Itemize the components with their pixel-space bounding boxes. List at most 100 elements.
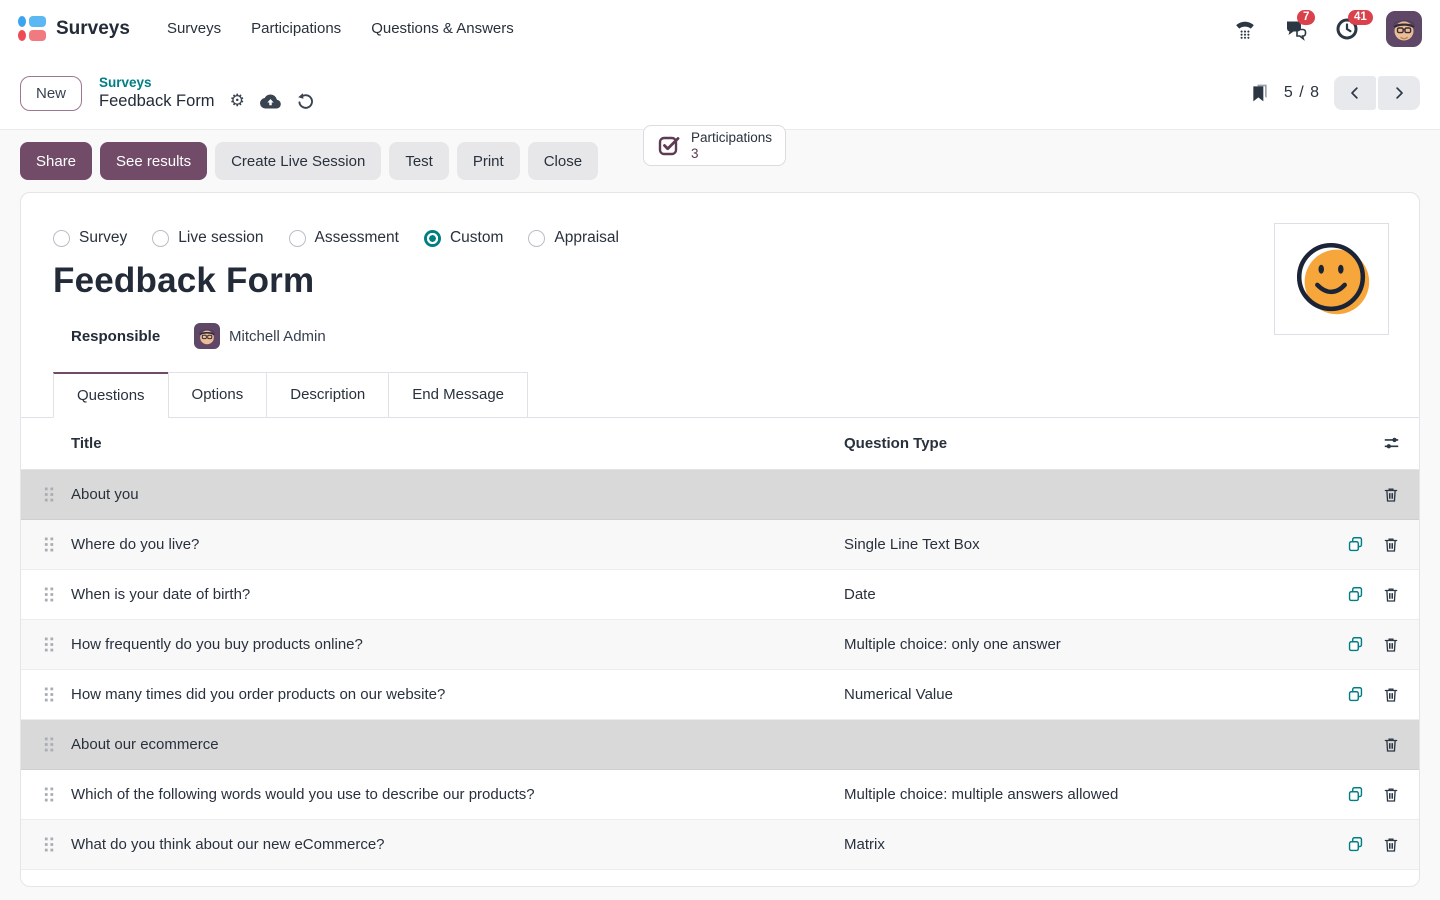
row-question-type: Multiple choice: multiple answers allowe… xyxy=(844,786,1341,803)
survey-image[interactable] xyxy=(1274,223,1389,335)
test-button[interactable]: Test xyxy=(389,142,449,180)
question-row[interactable]: How frequently do you buy products onlin… xyxy=(21,620,1419,670)
row-title: When is your date of birth? xyxy=(71,586,844,603)
topbar-menus: SurveysParticipationsQuestions & Answers xyxy=(154,12,527,45)
tab-questions[interactable]: Questions xyxy=(53,372,169,418)
participations-stat-button[interactable]: Participations 3 xyxy=(643,125,786,166)
drag-handle-icon[interactable] xyxy=(43,585,57,605)
tab-end-message[interactable]: End Message xyxy=(388,372,528,418)
topbar-menu-questions-answers[interactable]: Questions & Answers xyxy=(358,12,527,45)
row-question-type: Multiple choice: only one answer xyxy=(844,636,1341,653)
row-title: What do you think about our new eCommerc… xyxy=(71,836,844,853)
breadcrumb-parent-link[interactable]: Surveys xyxy=(99,75,315,90)
drag-handle-icon[interactable] xyxy=(43,635,57,655)
duplicate-question-button[interactable] xyxy=(1341,781,1369,809)
duplicate-question-button[interactable] xyxy=(1341,631,1369,659)
survey-type-radio-group: Survey Live session Assessment Custom Apprai… xyxy=(21,193,1419,247)
smiley-face-icon xyxy=(1285,234,1379,324)
activities-clock-icon[interactable]: 41 xyxy=(1335,17,1359,41)
table-body: About you Where do you live?Single Line T… xyxy=(21,470,1419,870)
responsible-field: Responsible Mitchell Admin xyxy=(21,301,1419,349)
radio-label: Assessment xyxy=(315,229,399,247)
see-results-button[interactable]: See results xyxy=(100,142,207,180)
column-question-type[interactable]: Question Type xyxy=(844,435,1341,452)
duplicate-question-button[interactable] xyxy=(1341,531,1369,559)
pager-next-button[interactable] xyxy=(1378,76,1420,110)
top-navbar: Surveys SurveysParticipationsQuestions &… xyxy=(0,0,1440,57)
delete-row-button[interactable] xyxy=(1377,581,1405,609)
radio-option-live-session[interactable]: Live session xyxy=(152,229,263,247)
section-row[interactable]: About you xyxy=(21,470,1419,520)
bookmark-icon[interactable] xyxy=(1250,82,1270,104)
row-question-type: Matrix xyxy=(844,836,1341,853)
topbar-menu-participations[interactable]: Participations xyxy=(238,12,354,45)
pager: 5 / 8 xyxy=(1250,76,1420,110)
drag-handle-icon[interactable] xyxy=(43,485,57,505)
user-avatar[interactable] xyxy=(1386,11,1422,47)
question-row[interactable]: Which of the following words would you u… xyxy=(21,770,1419,820)
share-button[interactable]: Share xyxy=(20,142,92,180)
app-name[interactable]: Surveys xyxy=(56,18,130,40)
delete-row-button[interactable] xyxy=(1377,731,1405,759)
breadcrumb: Surveys Feedback Form ⚙ xyxy=(99,75,315,112)
create-live-session-button[interactable]: Create Live Session xyxy=(215,142,381,180)
responsible-name[interactable]: Mitchell Admin xyxy=(229,328,326,345)
delete-row-button[interactable] xyxy=(1377,781,1405,809)
delete-row-button[interactable] xyxy=(1377,631,1405,659)
optional-columns-icon[interactable] xyxy=(1377,430,1405,458)
delete-row-button[interactable] xyxy=(1377,531,1405,559)
responsible-avatar[interactable] xyxy=(194,323,220,349)
radio-label: Custom xyxy=(450,229,503,247)
control-panel: New Surveys Feedback Form ⚙ xyxy=(0,57,1440,130)
drag-handle-icon[interactable] xyxy=(43,535,57,555)
radio-option-assessment[interactable]: Assessment xyxy=(289,229,399,247)
radio-circle-icon[interactable] xyxy=(424,230,441,247)
survey-form-card: Survey Live session Assessment Custom Apprai… xyxy=(20,192,1420,887)
row-question-type: Numerical Value xyxy=(844,686,1341,703)
undo-icon[interactable] xyxy=(296,92,315,111)
row-title: About our ecommerce xyxy=(71,736,844,753)
radio-circle-icon[interactable] xyxy=(53,230,70,247)
duplicate-question-button[interactable] xyxy=(1341,831,1369,859)
breadcrumb-current: Feedback Form xyxy=(99,92,215,111)
voip-phone-icon[interactable] xyxy=(1233,17,1257,41)
tab-options[interactable]: Options xyxy=(168,372,268,418)
drag-handle-icon[interactable] xyxy=(43,735,57,755)
survey-title[interactable]: Feedback Form xyxy=(21,247,1419,301)
questions-table: Title Question Type About you Where do yo… xyxy=(21,418,1419,870)
print-button[interactable]: Print xyxy=(457,142,520,180)
delete-row-button[interactable] xyxy=(1377,481,1405,509)
cloud-upload-icon[interactable] xyxy=(260,91,281,112)
column-title[interactable]: Title xyxy=(71,435,844,452)
radio-option-custom[interactable]: Custom xyxy=(424,229,503,247)
drag-handle-icon[interactable] xyxy=(43,785,57,805)
drag-handle-icon[interactable] xyxy=(43,685,57,705)
radio-label: Appraisal xyxy=(554,229,619,247)
radio-circle-icon[interactable] xyxy=(528,230,545,247)
topbar-menu-surveys[interactable]: Surveys xyxy=(154,12,234,45)
delete-row-button[interactable] xyxy=(1377,831,1405,859)
row-title: How frequently do you buy products onlin… xyxy=(71,636,844,653)
delete-row-button[interactable] xyxy=(1377,681,1405,709)
radio-option-survey[interactable]: Survey xyxy=(53,229,127,247)
section-row[interactable]: About our ecommerce xyxy=(21,720,1419,770)
radio-circle-icon[interactable] xyxy=(289,230,306,247)
question-row[interactable]: How many times did you order products on… xyxy=(21,670,1419,720)
question-row[interactable]: When is your date of birth?Date xyxy=(21,570,1419,620)
settings-gear-icon[interactable]: ⚙ xyxy=(230,93,245,110)
new-button[interactable]: New xyxy=(20,76,82,111)
row-title: About you xyxy=(71,486,844,503)
messages-icon[interactable]: 7 xyxy=(1284,17,1308,41)
duplicate-question-button[interactable] xyxy=(1341,581,1369,609)
radio-circle-icon[interactable] xyxy=(152,230,169,247)
pager-previous-button[interactable] xyxy=(1334,76,1376,110)
duplicate-question-button[interactable] xyxy=(1341,681,1369,709)
question-row[interactable]: Where do you live?Single Line Text Box xyxy=(21,520,1419,570)
tab-description[interactable]: Description xyxy=(266,372,389,418)
question-row[interactable]: What do you think about our new eCommerc… xyxy=(21,820,1419,870)
close-button[interactable]: Close xyxy=(528,142,598,180)
row-title: Which of the following words would you u… xyxy=(71,786,844,803)
radio-option-appraisal[interactable]: Appraisal xyxy=(528,229,619,247)
drag-handle-icon[interactable] xyxy=(43,835,57,855)
surveys-app-logo-icon[interactable] xyxy=(18,16,45,42)
